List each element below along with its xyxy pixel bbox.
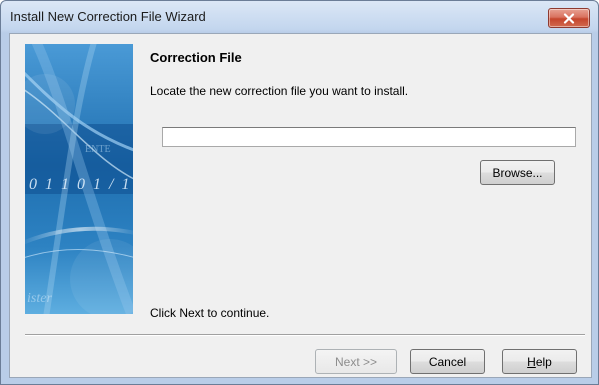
- title-bar[interactable]: Install New Correction File Wizard: [1, 1, 598, 33]
- footer-divider: [25, 334, 585, 336]
- next-button[interactable]: Next >>: [315, 349, 397, 374]
- dialog-body: 0 1 1 0 1 / 1 1 ENTE ister Correction Fi…: [9, 33, 592, 378]
- page-heading: Correction File: [150, 50, 242, 65]
- close-button[interactable]: [548, 8, 590, 28]
- instruction-text: Locate the new correction file you want …: [150, 84, 409, 98]
- wizard-side-image: 0 1 1 0 1 / 1 1 ENTE ister: [25, 44, 133, 314]
- correction-file-path-input[interactable]: [162, 127, 576, 147]
- help-mnemonic: H: [527, 354, 536, 369]
- side-image-overlay-text: ister: [27, 291, 52, 306]
- wizard-window: Install New Correction File Wizard 0 1 1…: [0, 0, 599, 385]
- help-button[interactable]: Help: [502, 349, 577, 374]
- help-label-rest: elp: [535, 354, 552, 369]
- cancel-button[interactable]: Cancel: [410, 349, 485, 374]
- close-icon: [563, 12, 575, 24]
- side-image-digits: 0 1 1 0 1 / 1 1: [29, 176, 133, 193]
- window-title: Install New Correction File Wizard: [10, 9, 206, 24]
- browse-button[interactable]: Browse...: [480, 160, 555, 185]
- side-image-faint-text: ENTE: [85, 144, 111, 155]
- continue-hint-text: Click Next to continue.: [150, 306, 270, 320]
